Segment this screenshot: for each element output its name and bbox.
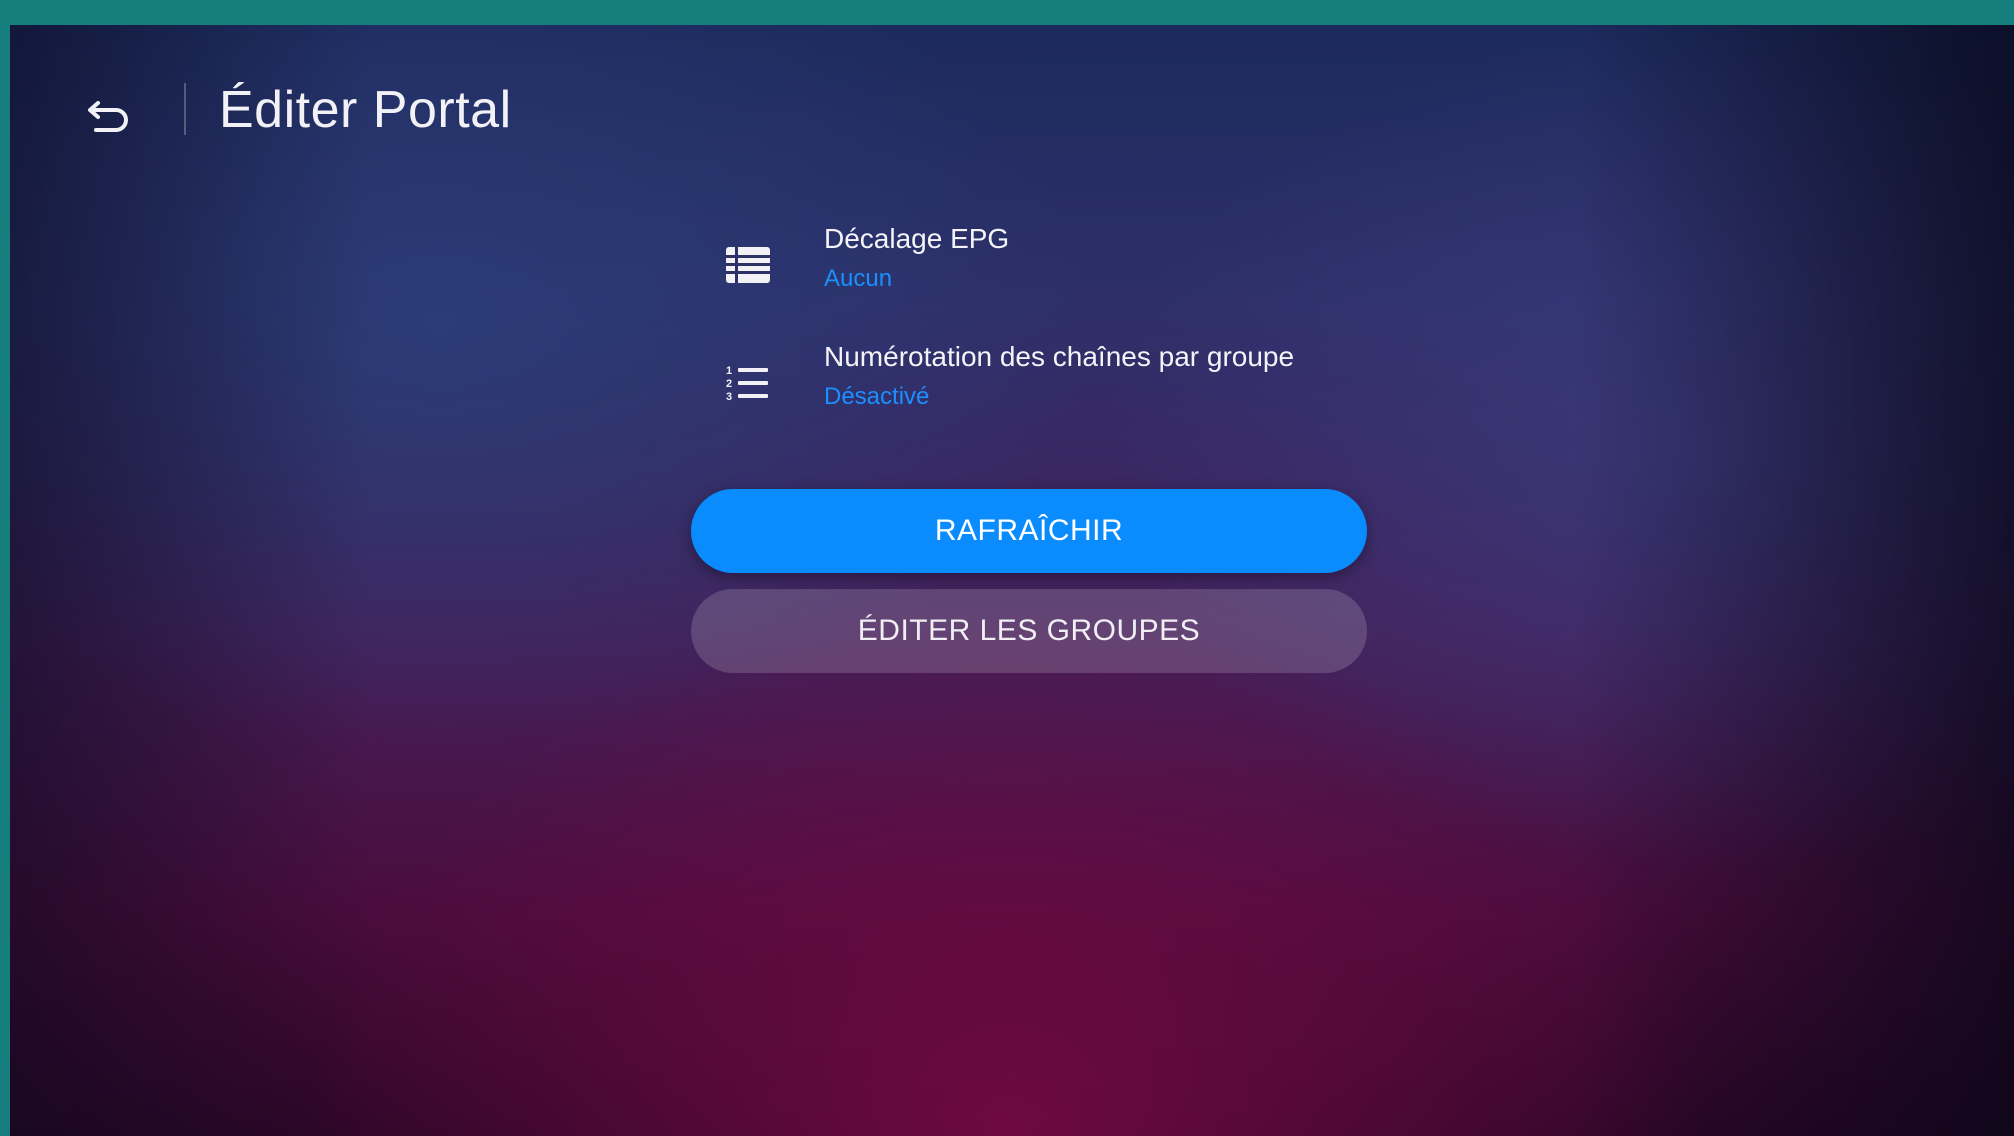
svg-text:3: 3 [726, 391, 732, 403]
setting-value: Désactivé [824, 383, 930, 410]
setting-label: Décalage EPG [824, 223, 1010, 254]
numbered-list-icon: 1 2 3 [720, 355, 776, 411]
setting-label: Numérotation des chaînes par groupe [824, 341, 1295, 372]
settings-panel: Décalage EPG Aucun 1 2 3 Numérotation de… [10, 25, 2014, 1136]
svg-text:2: 2 [726, 378, 732, 390]
setting-channel-numbering[interactable]: 1 2 3 Numérotation des chaînes par group… [710, 341, 1390, 441]
edit-groups-button[interactable]: ÉDITER LES GROUPES [691, 589, 1367, 673]
setting-value: Aucun [824, 265, 893, 292]
setting-epg-offset[interactable]: Décalage EPG Aucun [710, 223, 1390, 323]
app-screen: Éditer Portal Décalage EPG Aucun 1 2 3 N… [10, 25, 2014, 1136]
epg-grid-icon [720, 237, 776, 293]
refresh-button[interactable]: RAFRAÎCHIR [691, 489, 1367, 573]
svg-text:1: 1 [726, 365, 732, 377]
